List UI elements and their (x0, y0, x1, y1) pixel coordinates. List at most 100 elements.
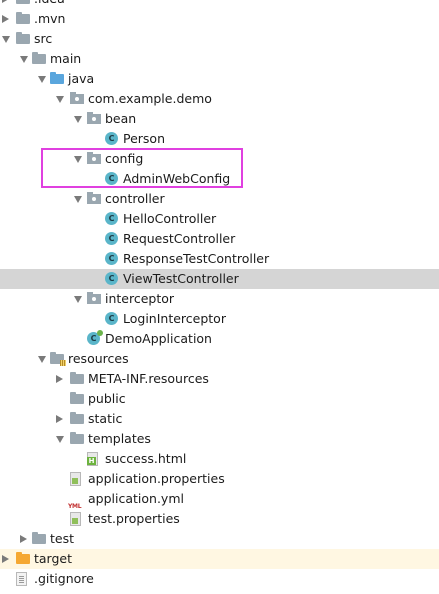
tree-item[interactable]: controller (0, 189, 439, 209)
tree-item-label: .mvn (34, 11, 66, 26)
tree-item-label: interceptor (105, 291, 175, 306)
java-class-icon: C (105, 212, 118, 225)
tree-item-label: controller (105, 191, 165, 206)
folder-icon (32, 52, 46, 64)
highlight-annotation-box (41, 148, 243, 188)
collapse-arrow-icon[interactable] (2, 15, 9, 23)
html-file-icon (87, 452, 98, 466)
tree-item-label: META-INF.resources (88, 371, 209, 386)
folder-icon (70, 392, 84, 404)
expand-arrow-icon[interactable] (56, 436, 64, 443)
tree-item-label: Person (123, 131, 166, 146)
tree-item[interactable]: application.yml (0, 489, 439, 517)
source-folder-icon (50, 72, 64, 84)
tree-item[interactable]: public (0, 389, 439, 409)
expand-arrow-icon[interactable] (2, 36, 10, 43)
gitignore-file-icon (16, 572, 27, 586)
target-folder-icon (16, 552, 30, 564)
java-class-icon: C (105, 232, 118, 245)
spring-boot-class-icon: C (87, 330, 103, 345)
tree-item[interactable]: C HelloController (0, 209, 439, 229)
tree-item[interactable]: interceptor (0, 289, 439, 309)
folder-icon (16, 12, 30, 24)
expand-arrow-icon[interactable] (38, 76, 46, 83)
tree-item[interactable]: C DemoApplication (0, 329, 439, 349)
tree-item[interactable]: .gitignore (0, 569, 439, 589)
expand-arrow-icon[interactable] (74, 116, 82, 123)
folder-icon (70, 372, 84, 384)
tree-item[interactable]: src (0, 29, 439, 49)
tree-item-label: DemoApplication (105, 331, 212, 346)
tree-item-label: templates (88, 431, 151, 446)
package-icon (87, 112, 101, 124)
tree-item-label: com.example.demo (88, 91, 212, 106)
expand-arrow-icon[interactable] (74, 196, 82, 203)
yml-file-icon (68, 492, 81, 517)
tree-item[interactable]: .idea (0, 0, 439, 9)
folder-icon (16, 32, 30, 44)
tree-item[interactable]: main (0, 49, 439, 69)
tree-item-label: src (34, 31, 53, 46)
tree-item[interactable]: META-INF.resources (0, 369, 439, 389)
properties-file-icon (70, 512, 81, 526)
collapse-arrow-icon[interactable] (2, 555, 9, 563)
tree-item-label: application.yml (88, 491, 184, 506)
tree-item[interactable]: C RequestController (0, 229, 439, 249)
tree-item-label: .idea (34, 0, 65, 9)
collapse-arrow-icon[interactable] (20, 535, 27, 543)
tree-item-label: test.properties (88, 511, 180, 526)
tree-item[interactable]: C ViewTestController (0, 269, 439, 289)
tree-item[interactable]: static (0, 409, 439, 429)
properties-file-icon (70, 472, 81, 486)
tree-item-label: resources (68, 351, 129, 366)
tree-item[interactable]: .mvn (0, 9, 439, 29)
tree-item-label: test (50, 531, 75, 546)
tree-item[interactable]: test (0, 529, 439, 549)
tree-item-label: java (68, 71, 95, 86)
tree-item[interactable]: C Person (0, 129, 439, 149)
collapse-arrow-icon[interactable] (56, 415, 63, 423)
tree-item-label: application.properties (88, 471, 225, 486)
expand-arrow-icon[interactable] (20, 56, 28, 63)
tree-item[interactable]: test.properties (0, 509, 439, 529)
expand-arrow-icon[interactable] (74, 296, 82, 303)
resources-folder-icon (50, 352, 66, 366)
tree-item[interactable]: success.html (0, 449, 439, 469)
folder-icon (16, 0, 30, 4)
expand-arrow-icon[interactable] (56, 96, 64, 103)
tree-item[interactable]: bean (0, 109, 439, 129)
tree-item-label: ResponseTestController (123, 251, 270, 266)
tree-item-label: public (88, 391, 126, 406)
tree-item-label: success.html (105, 451, 187, 466)
package-icon (87, 192, 101, 204)
package-icon (87, 292, 101, 304)
tree-item[interactable]: com.example.demo (0, 89, 439, 109)
folder-icon (32, 532, 46, 544)
tree-item-label: target (34, 551, 73, 566)
folder-icon (70, 412, 84, 424)
tree-item[interactable]: templates (0, 429, 439, 449)
tree-item[interactable]: application.properties (0, 469, 439, 489)
tree-item-label: static (88, 411, 123, 426)
tree-item-label: HelloController (123, 211, 217, 226)
tree-item[interactable]: java (0, 69, 439, 89)
tree-item[interactable]: resources (0, 349, 439, 369)
folder-icon (70, 432, 84, 444)
package-icon (70, 92, 84, 104)
collapse-arrow-icon[interactable] (56, 375, 63, 383)
java-class-icon: C (105, 272, 118, 285)
tree-item[interactable]: C LoginInterceptor (0, 309, 439, 329)
tree-item-label: main (50, 51, 82, 66)
tree-item[interactable]: target (0, 549, 439, 569)
tree-item-label: ViewTestController (123, 271, 239, 286)
tree-item[interactable]: C ResponseTestController (0, 249, 439, 269)
java-class-icon: C (105, 252, 118, 265)
tree-item-label: .gitignore (34, 571, 94, 586)
expand-arrow-icon[interactable] (38, 356, 46, 363)
collapse-arrow-icon[interactable] (2, 0, 9, 3)
project-tree: .idea .mvn src main java com.example.demo bean… (0, 0, 439, 589)
tree-item-label: LoginInterceptor (123, 311, 226, 326)
tree-item-label: bean (105, 111, 137, 126)
java-class-icon: C (105, 132, 118, 145)
java-class-icon: C (105, 312, 118, 325)
